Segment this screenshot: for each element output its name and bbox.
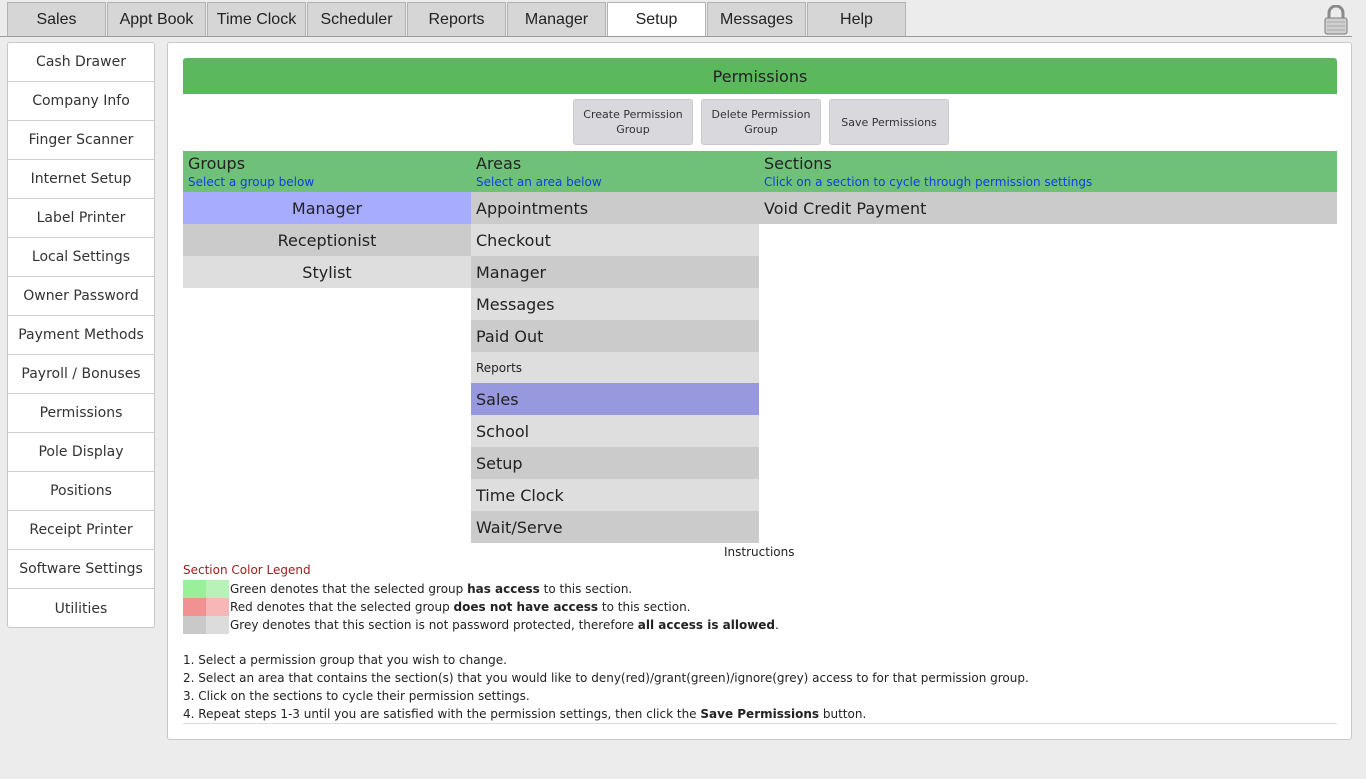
sidebar-item-finger-scanner[interactable]: Finger Scanner [8,121,154,160]
legend-grey-swatch-light [206,616,229,634]
divider [183,723,1337,724]
sidebar-item-payroll-bonuses[interactable]: Payroll / Bonuses [8,355,154,394]
permissions-panel: Permissions Create Permission Group Dele… [167,42,1352,740]
tab-reports[interactable]: Reports [407,2,506,37]
instruction-step-4: 4. Repeat steps 1-3 until you are satisf… [183,707,867,721]
legend-red-text: Red denotes that the selected group does… [230,600,691,614]
legend-red-swatch [183,598,206,616]
area-item-setup[interactable]: Setup [471,447,759,479]
groups-title: Groups [188,154,246,173]
tab-help[interactable]: Help [807,2,906,37]
sections-column-header: Sections Click on a section to cycle thr… [759,151,1337,192]
area-item-sales[interactable]: Sales [471,383,759,415]
group-item-stylist[interactable]: Stylist [183,256,471,288]
areas-column-header: Areas Select an area below [471,151,759,192]
sidebar-item-software-settings[interactable]: Software Settings [8,550,154,589]
tab-sales[interactable]: Sales [7,2,106,37]
tab-messages[interactable]: Messages [707,2,806,37]
sections-title: Sections [764,154,832,173]
legend-red-row: Red denotes that the selected group does… [183,598,691,616]
delete-permission-group-button[interactable]: Delete Permission Group [701,99,821,145]
instruction-step-1: 1. Select a permission group that you wi… [183,653,507,667]
area-item-time-clock[interactable]: Time Clock [471,479,759,511]
create-permission-group-button[interactable]: Create Permission Group [573,99,693,145]
sidebar-item-receipt-printer[interactable]: Receipt Printer [8,511,154,550]
area-item-paid-out[interactable]: Paid Out [471,320,759,352]
save-permissions-button[interactable]: Save Permissions [829,99,949,145]
sidebar-item-positions[interactable]: Positions [8,472,154,511]
sidebar-item-local-settings[interactable]: Local Settings [8,238,154,277]
lock-icon[interactable] [1323,5,1349,35]
legend-green-swatch-light [206,580,229,598]
sidebar-item-pole-display[interactable]: Pole Display [8,433,154,472]
legend-green-text: Green denotes that the selected group ha… [230,582,633,596]
legend-grey-text: Grey denotes that this section is not pa… [230,618,779,632]
sidebar-item-cash-drawer[interactable]: Cash Drawer [8,43,154,82]
tab-manager[interactable]: Manager [507,2,606,37]
tab-setup[interactable]: Setup [607,2,706,37]
sidebar-item-internet-setup[interactable]: Internet Setup [8,160,154,199]
sidebar-item-owner-password[interactable]: Owner Password [8,277,154,316]
sidebar-item-utilities[interactable]: Utilities [8,589,154,628]
sidebar-item-permissions[interactable]: Permissions [8,394,154,433]
groups-hint: Select a group below [188,175,315,189]
area-item-appointments[interactable]: Appointments [471,192,759,224]
legend-grey-row: Grey denotes that this section is not pa… [183,616,779,634]
setup-sidebar: Cash Drawer Company Info Finger Scanner … [7,42,155,628]
legend-green-row: Green denotes that the selected group ha… [183,580,632,598]
sidebar-item-label-printer[interactable]: Label Printer [8,199,154,238]
group-item-manager[interactable]: Manager [183,192,471,224]
instruction-step-3: 3. Click on the sections to cycle their … [183,689,530,703]
area-item-messages[interactable]: Messages [471,288,759,320]
area-item-manager[interactable]: Manager [471,256,759,288]
area-item-wait-serve[interactable]: Wait/Serve [471,511,759,543]
area-item-reports[interactable]: Reports [471,352,759,383]
areas-hint: Select an area below [476,175,602,189]
area-item-checkout[interactable]: Checkout [471,224,759,256]
group-item-receptionist[interactable]: Receptionist [183,224,471,256]
legend-red-swatch-light [206,598,229,616]
top-tab-bar: Sales Appt Book Time Clock Scheduler Rep… [0,0,1366,38]
page-title: Permissions [183,58,1337,94]
tab-divider [0,36,1352,37]
legend-title: Section Color Legend [183,563,311,577]
areas-title: Areas [476,154,522,173]
tab-appt-book[interactable]: Appt Book [107,2,206,37]
instruction-step-2: 2. Select an area that contains the sect… [183,671,1029,685]
sidebar-item-company-info[interactable]: Company Info [8,82,154,121]
instructions-title: Instructions [724,545,795,559]
sections-hint: Click on a section to cycle through perm… [764,175,1093,189]
area-item-school[interactable]: School [471,415,759,447]
section-item-void-credit-payment[interactable]: Void Credit Payment [759,192,1337,224]
tab-time-clock[interactable]: Time Clock [207,2,306,37]
legend-grey-swatch [183,616,206,634]
sidebar-item-payment-methods[interactable]: Payment Methods [8,316,154,355]
legend-green-swatch [183,580,206,598]
groups-column-header: Groups Select a group below [183,151,471,192]
tab-scheduler[interactable]: Scheduler [307,2,406,37]
